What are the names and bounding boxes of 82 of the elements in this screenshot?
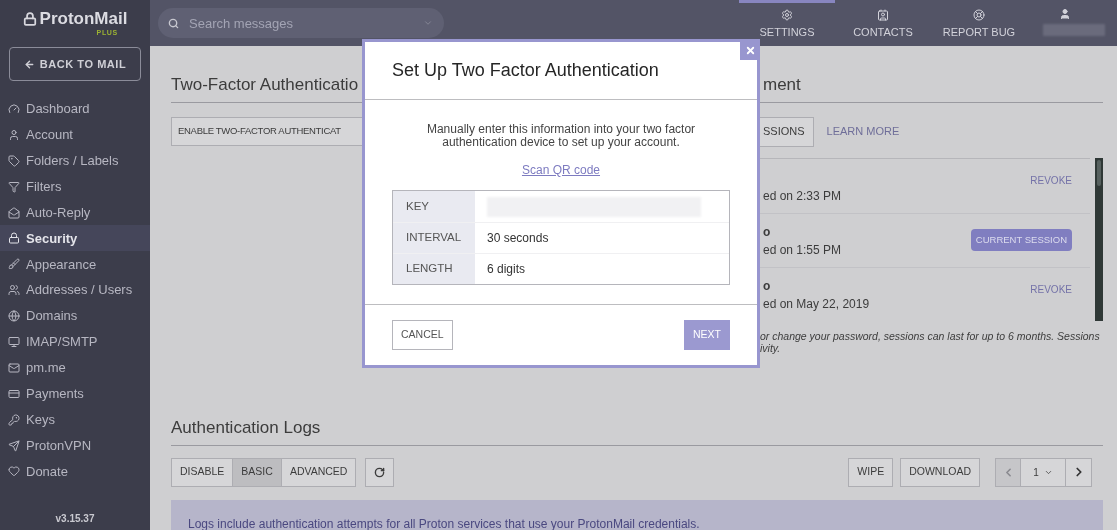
session-name: o <box>763 225 772 239</box>
nav-tab[interactable]: REPORT BUG <box>931 0 1027 46</box>
refresh-icon <box>374 466 386 478</box>
version-label: v3.15.37 <box>55 513 95 524</box>
section-heading: ment <box>763 75 801 94</box>
scrollbar[interactable] <box>1095 157 1103 321</box>
back-to-mail-button[interactable]: BACK TO MAIL <box>9 47 141 81</box>
close-icon <box>744 45 756 56</box>
sidebar-item[interactable]: Filters <box>0 173 150 200</box>
session-name: o <box>763 279 772 293</box>
wipe-button[interactable]: WIPE <box>848 457 894 487</box>
sidebar-item[interactable]: Security <box>0 225 150 252</box>
lifebuoy-icon <box>973 8 985 21</box>
sidebar-item[interactable]: Appearance <box>0 251 150 278</box>
sidebar-item[interactable]: Donate <box>0 458 150 485</box>
note-text: or change your password, sessions can last for up to 6 months. Sessions <box>760 329 1101 342</box>
user-icon <box>8 128 20 141</box>
search-field[interactable]: Search messages <box>158 8 444 38</box>
contact-card-icon <box>877 8 889 21</box>
sidebar-item[interactable]: Addresses / Users <box>0 277 150 304</box>
caret-icon <box>423 18 433 28</box>
lock-icon <box>8 232 20 245</box>
sidebar-item[interactable]: IMAP/SMTP <box>0 329 150 355</box>
search-icon <box>168 18 179 29</box>
sidebar-item[interactable]: Keys <box>0 406 150 433</box>
revoke-link[interactable]: REVOKE <box>1030 173 1072 188</box>
enable-2fa-button[interactable]: ENABLE TWO-FACTOR AUTHENTICAT <box>171 116 362 146</box>
mode-button[interactable]: ADVANCED <box>280 457 357 487</box>
nav-tab[interactable]: CONTACTS <box>835 0 931 46</box>
mode-button[interactable]: BASIC <box>232 457 282 487</box>
sidebar-item[interactable]: Folders / Labels <box>0 147 150 174</box>
session-time: ed on 2:33 PM <box>763 187 843 205</box>
brush-icon <box>8 258 20 271</box>
current-session-badge: CURRENT SESSION <box>970 228 1072 252</box>
section-heading: Two-Factor Authenticatio <box>171 75 359 94</box>
key-icon <box>8 413 20 426</box>
heart-icon <box>8 465 20 478</box>
session-time: ed on May 22, 2019 <box>763 296 871 313</box>
download-button[interactable]: DOWNLOAD <box>900 457 980 487</box>
back-arrow-icon <box>23 58 35 70</box>
field-value: 30 seconds <box>487 230 549 247</box>
scan-qr-link[interactable]: Scan QR code <box>521 161 600 179</box>
dashboard-icon <box>8 102 20 115</box>
session-time: ed on 1:55 PM <box>763 242 843 259</box>
envelope-icon <box>8 206 20 219</box>
monitor-icon <box>8 335 20 348</box>
logo-icon <box>22 11 37 26</box>
sidebar-item[interactable]: Account <box>0 121 150 148</box>
modal-title: Set Up Two Factor Authentication <box>392 59 659 82</box>
section-heading: Authentication Logs <box>171 418 321 437</box>
filter-icon <box>8 180 20 193</box>
revoke-link[interactable]: REVOKE <box>1030 281 1072 297</box>
next-page-button[interactable] <box>1065 457 1092 487</box>
page-dropdown[interactable]: 1 <box>1020 457 1066 487</box>
modal-intro: Manually enter this information into your two factor authentication device to set up your account. <box>425 123 697 149</box>
tag-icon <box>8 154 20 167</box>
learn-more-link[interactable]: LEARN MORE <box>826 123 900 140</box>
field-label: KEY <box>406 198 429 214</box>
sidebar-item[interactable]: pm.me <box>0 354 150 381</box>
info-text: Logs include authentication attempts for all Proton services that use your ProtonMail credentials. <box>188 516 700 530</box>
users-icon <box>8 284 20 297</box>
field-value: 6 digits <box>487 261 526 278</box>
previous-page-button[interactable] <box>995 457 1021 487</box>
settings-icon <box>781 8 793 21</box>
cancel-button[interactable]: CANCEL <box>392 320 453 350</box>
globe-icon <box>8 310 20 323</box>
sidebar-item[interactable]: Domains <box>0 303 150 329</box>
sidebar-item[interactable]: Payments <box>0 380 150 407</box>
field-label: LENGTH <box>406 261 453 277</box>
mode-button[interactable]: DISABLE <box>171 457 234 487</box>
sidebar-item[interactable]: Dashboard <box>0 96 150 122</box>
sidebar-item[interactable]: Auto-Reply <box>0 199 150 226</box>
close-button[interactable] <box>740 41 760 60</box>
user-icon[interactable] <box>1059 8 1071 20</box>
card-icon <box>8 387 20 400</box>
field-label: INTERVAL <box>406 230 462 246</box>
refresh-button[interactable] <box>365 457 395 487</box>
note-text: ivity. <box>760 341 781 354</box>
sessions-button[interactable]: SSIONS <box>760 116 814 147</box>
envelope-icon <box>8 361 20 374</box>
logo: ProtonMail <box>39 10 128 27</box>
sidebar-item[interactable]: ProtonVPN <box>0 432 150 459</box>
